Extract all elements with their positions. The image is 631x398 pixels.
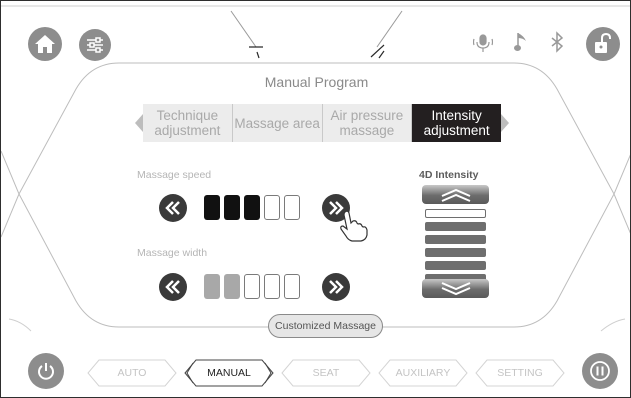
tabs-right-arrow-icon[interactable]: [501, 114, 509, 132]
width-level-segment: [244, 274, 260, 299]
intensity-increase-button[interactable]: [422, 185, 489, 204]
double-chevron-left-icon: [165, 201, 180, 215]
nav-auxiliary-label: AUXILIARY: [395, 367, 451, 379]
pause-icon: [590, 361, 610, 381]
width-decrease-button[interactable]: [159, 273, 187, 301]
width-level-segment: [224, 274, 240, 299]
page-title: Manual Program: [264, 74, 369, 90]
intensity-decrease-button[interactable]: [422, 279, 489, 298]
speed-level-indicator: [204, 195, 304, 220]
speed-level-segment: [244, 195, 260, 220]
customized-massage-button[interactable]: Customized Massage: [268, 314, 383, 338]
program-tabs: Technique adjustment Massage area Air pr…: [143, 104, 501, 142]
tab-air-pressure-massage[interactable]: Air pressure massage: [322, 104, 413, 142]
app-frame: Manual Program Technique adjustment Mass…: [0, 0, 631, 398]
nav-auto-label: AUTO: [117, 367, 147, 379]
unlock-icon: [595, 33, 611, 53]
lock-button[interactable]: [586, 27, 620, 61]
bluetooth-icon[interactable]: [550, 31, 564, 53]
double-chevron-right-icon: [329, 280, 344, 294]
intensity-level-bar: [425, 261, 486, 270]
intensity-level-bar: [425, 248, 486, 257]
tabs-left-arrow-icon[interactable]: [135, 114, 143, 132]
intensity-level-bar: [425, 235, 486, 244]
speed-level-segment: [204, 195, 220, 220]
nav-manual-label: MANUAL: [207, 367, 251, 379]
nav-setting-label: SETTING: [497, 367, 543, 379]
nav-seat-label: SEAT: [312, 367, 340, 379]
tab-intensity-adjustment[interactable]: Intensity adjustment: [412, 104, 501, 142]
tab-massage-area[interactable]: Massage area: [232, 104, 323, 142]
speed-level-segment: [284, 195, 300, 220]
settings-button[interactable]: [79, 29, 111, 61]
intensity-level-bar: [425, 209, 486, 218]
pause-button[interactable]: [582, 353, 618, 389]
width-level-indicator: [204, 274, 304, 299]
home-icon: [35, 35, 55, 53]
power-button[interactable]: [28, 353, 64, 389]
nav-seat[interactable]: SEAT: [281, 359, 371, 387]
speed-decrease-button[interactable]: [159, 194, 187, 222]
sliders-icon: [87, 37, 103, 53]
massage-speed-label: Massage speed: [137, 169, 212, 181]
width-increase-button[interactable]: [322, 273, 350, 301]
music-note-icon[interactable]: [514, 31, 528, 53]
intensity-title: 4D Intensity: [419, 169, 479, 181]
double-chevron-left-icon: [165, 280, 180, 294]
double-chevron-down-icon: [441, 281, 470, 295]
double-chevron-up-icon: [441, 188, 470, 202]
tab-technique-adjustment[interactable]: Technique adjustment: [143, 104, 233, 142]
microphone-icon[interactable]: [473, 33, 493, 53]
hand-pointer-icon: [340, 210, 368, 242]
speed-level-segment: [224, 195, 240, 220]
intensity-level-bar: [425, 222, 486, 231]
massage-width-label: Massage width: [137, 247, 208, 259]
nav-manual[interactable]: MANUAL: [184, 359, 274, 387]
nav-auxiliary[interactable]: AUXILIARY: [378, 359, 468, 387]
nav-setting[interactable]: SETTING: [475, 359, 565, 387]
speed-level-segment: [264, 195, 280, 220]
nav-auto[interactable]: AUTO: [87, 359, 177, 387]
width-level-segment: [204, 274, 220, 299]
width-level-segment: [284, 274, 300, 299]
width-level-segment: [264, 274, 280, 299]
power-icon: [38, 363, 54, 380]
home-button[interactable]: [28, 27, 62, 61]
